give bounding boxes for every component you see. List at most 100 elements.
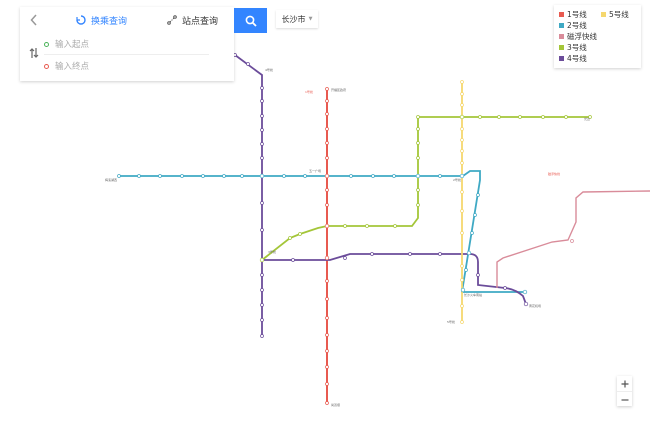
end-field[interactable]: 输入终点 bbox=[44, 56, 209, 76]
station-marker[interactable] bbox=[325, 99, 329, 103]
station-marker[interactable] bbox=[298, 232, 302, 236]
station-marker[interactable] bbox=[260, 288, 264, 292]
swap-button[interactable] bbox=[29, 47, 39, 62]
station-marker[interactable] bbox=[503, 286, 507, 290]
station-marker[interactable] bbox=[343, 224, 347, 228]
station-marker[interactable] bbox=[260, 318, 264, 322]
station-marker[interactable] bbox=[416, 156, 420, 160]
station-marker[interactable] bbox=[325, 316, 329, 320]
station-marker[interactable] bbox=[416, 141, 420, 145]
station-marker[interactable] bbox=[473, 213, 477, 217]
station-marker[interactable] bbox=[408, 252, 412, 256]
city-select[interactable]: 长沙市 ▼ bbox=[276, 10, 318, 28]
station-marker[interactable] bbox=[158, 174, 162, 178]
station-marker[interactable] bbox=[303, 174, 307, 178]
station-marker[interactable] bbox=[325, 365, 329, 369]
station-marker[interactable] bbox=[260, 273, 264, 277]
station-marker[interactable] bbox=[260, 303, 264, 307]
station-marker[interactable] bbox=[470, 231, 474, 235]
station-marker[interactable] bbox=[325, 156, 329, 160]
station-marker[interactable] bbox=[260, 156, 264, 160]
station-marker[interactable] bbox=[222, 174, 226, 178]
station-marker[interactable] bbox=[325, 112, 329, 116]
station-marker[interactable] bbox=[325, 297, 329, 301]
station-marker[interactable] bbox=[460, 304, 464, 308]
station-marker[interactable] bbox=[371, 174, 375, 178]
station-marker[interactable] bbox=[460, 127, 464, 131]
station-marker[interactable] bbox=[478, 115, 482, 119]
search-button[interactable] bbox=[234, 8, 267, 33]
tab-route-query[interactable]: 换乘查询 bbox=[76, 8, 127, 32]
station-marker[interactable] bbox=[201, 174, 205, 178]
station-marker[interactable] bbox=[117, 174, 121, 178]
station-marker[interactable] bbox=[392, 174, 396, 178]
station-marker[interactable] bbox=[260, 201, 264, 205]
station-marker[interactable] bbox=[460, 92, 464, 96]
station-marker[interactable] bbox=[325, 382, 329, 386]
station-marker[interactable] bbox=[324, 255, 330, 261]
station-marker[interactable] bbox=[476, 273, 480, 277]
station-marker[interactable] bbox=[460, 231, 464, 235]
station-marker[interactable] bbox=[259, 173, 265, 179]
station-marker[interactable] bbox=[460, 320, 464, 324]
station-marker[interactable] bbox=[282, 174, 286, 178]
station-marker[interactable] bbox=[260, 99, 264, 103]
station-marker[interactable] bbox=[291, 258, 295, 262]
legend-item-line-1[interactable]: 1号线 bbox=[559, 9, 587, 20]
tab-station-query[interactable]: 站点查询 bbox=[167, 8, 218, 32]
station-marker[interactable] bbox=[325, 279, 329, 283]
station-marker[interactable] bbox=[349, 174, 353, 178]
start-field[interactable]: 输入起点 bbox=[44, 34, 209, 55]
station-marker[interactable] bbox=[518, 115, 522, 119]
station-marker[interactable] bbox=[541, 115, 545, 119]
station-marker[interactable] bbox=[325, 127, 329, 131]
station-marker[interactable] bbox=[240, 174, 244, 178]
station-marker[interactable] bbox=[497, 115, 501, 119]
station-marker[interactable] bbox=[415, 173, 421, 179]
legend-item-line-2[interactable]: 2号线 bbox=[559, 20, 587, 31]
station-marker[interactable] bbox=[365, 224, 369, 228]
station-marker[interactable] bbox=[464, 268, 468, 272]
station-marker[interactable] bbox=[343, 256, 347, 260]
zoom-in-button[interactable] bbox=[617, 376, 632, 391]
station-marker[interactable] bbox=[438, 252, 442, 256]
station-marker[interactable] bbox=[259, 257, 265, 263]
station-marker[interactable] bbox=[288, 236, 292, 240]
station-marker[interactable] bbox=[522, 289, 528, 295]
station-marker[interactable] bbox=[325, 401, 329, 405]
station-marker[interactable] bbox=[523, 301, 529, 307]
station-marker[interactable] bbox=[260, 228, 264, 232]
station-marker[interactable] bbox=[564, 115, 568, 119]
station-marker[interactable] bbox=[325, 87, 329, 91]
station-marker[interactable] bbox=[260, 114, 264, 118]
station-marker[interactable] bbox=[260, 86, 264, 90]
station-marker[interactable] bbox=[260, 334, 264, 338]
legend-item-line-4[interactable]: 4号线 bbox=[559, 53, 587, 64]
station-marker[interactable] bbox=[260, 128, 264, 132]
legend-item-line-5[interactable]: 5号线 bbox=[601, 9, 629, 20]
station-marker[interactable] bbox=[438, 174, 442, 178]
station-marker[interactable] bbox=[325, 349, 329, 353]
station-marker[interactable] bbox=[260, 142, 264, 146]
station-marker[interactable] bbox=[324, 223, 330, 229]
station-marker[interactable] bbox=[460, 190, 464, 194]
station-marker[interactable] bbox=[416, 127, 420, 131]
station-marker[interactable] bbox=[460, 278, 464, 282]
legend-item-line-3[interactable]: 3号线 bbox=[559, 42, 587, 53]
station-marker[interactable] bbox=[459, 114, 465, 120]
station-marker[interactable] bbox=[416, 203, 420, 207]
station-marker[interactable] bbox=[460, 149, 464, 153]
station-marker[interactable] bbox=[416, 188, 420, 192]
station-marker[interactable] bbox=[460, 264, 464, 268]
station-marker[interactable] bbox=[570, 239, 574, 243]
station-marker[interactable] bbox=[325, 203, 329, 207]
station-marker[interactable] bbox=[137, 174, 141, 178]
station-marker[interactable] bbox=[370, 252, 374, 256]
station-marker[interactable] bbox=[416, 115, 420, 119]
station-marker[interactable] bbox=[393, 224, 397, 228]
station-marker[interactable] bbox=[180, 174, 184, 178]
station-marker[interactable] bbox=[460, 209, 464, 213]
station-marker[interactable] bbox=[325, 188, 329, 192]
station-marker[interactable] bbox=[246, 62, 250, 66]
station-marker[interactable] bbox=[325, 333, 329, 337]
